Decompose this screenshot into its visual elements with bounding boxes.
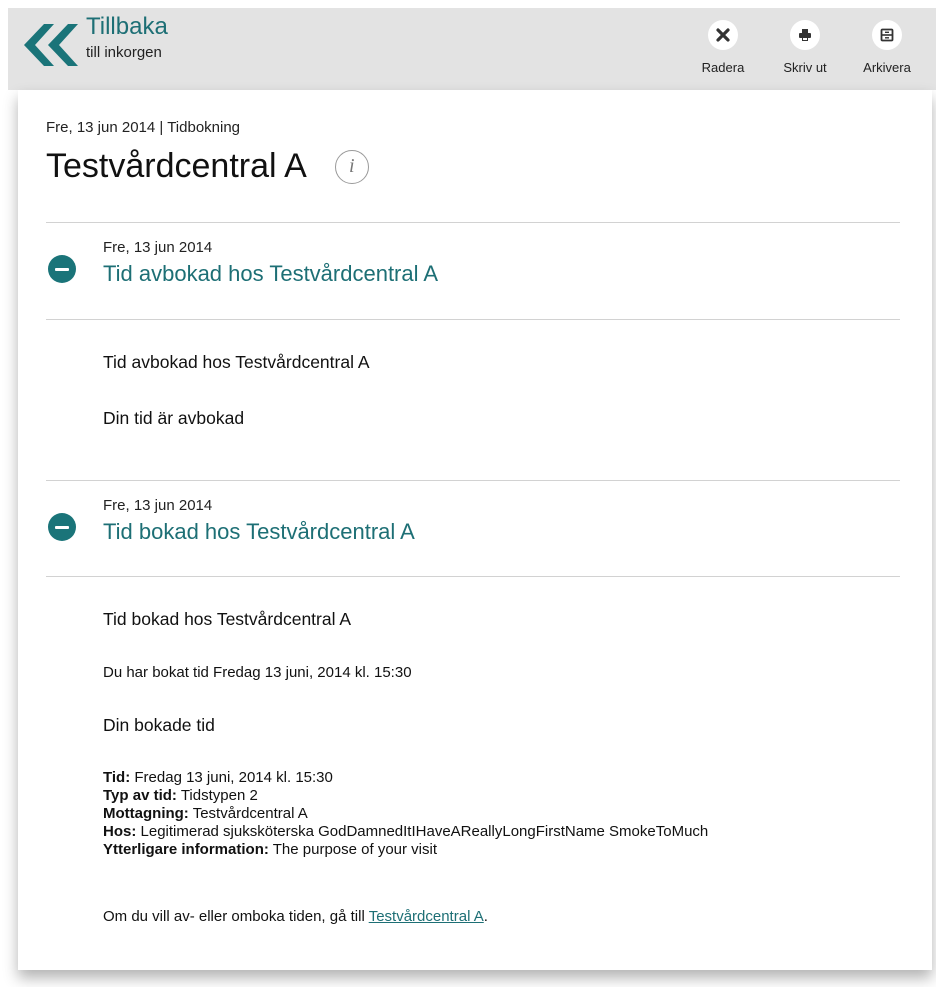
divider bbox=[46, 576, 900, 577]
collapse-icon[interactable] bbox=[48, 513, 76, 541]
booking-details: Tid: Fredag 13 juni, 2014 kl. 15:30 Typ … bbox=[103, 769, 708, 859]
detail-label: Typ av tid: bbox=[103, 787, 177, 804]
divider bbox=[46, 319, 900, 320]
archive-label: Arkivera bbox=[863, 60, 911, 75]
printer-icon bbox=[790, 20, 820, 50]
detail-label: Tid: bbox=[103, 769, 131, 786]
detail-provider: Hos: Legitimerad sjuksköterska GodDamned… bbox=[103, 823, 708, 841]
delete-label: Radera bbox=[701, 60, 745, 75]
detail-value: Fredag 13 juni, 2014 kl. 15:30 bbox=[134, 769, 333, 786]
message-title: Tid avbokad hos Testvårdcentral A bbox=[103, 261, 439, 286]
message-body-text: Din tid är avbokad bbox=[103, 408, 245, 428]
back-label-group: Tillbaka till inkorgen bbox=[86, 12, 168, 62]
detail-label: Ytterligare information: bbox=[103, 841, 269, 858]
detail-value: Testvårdcentral A bbox=[192, 805, 308, 822]
detail-label: Mottagning: bbox=[103, 805, 189, 822]
archive-icon bbox=[872, 20, 902, 50]
booking-section-title: Din bokade tid bbox=[103, 715, 215, 735]
message-body-heading: Tid avbokad hos Testvårdcentral A bbox=[103, 352, 370, 372]
message-header-cancelled[interactable]: Fre, 13 jun 2014 Tid avbokad hos Testvår… bbox=[46, 222, 900, 319]
archive-button[interactable]: Arkivera bbox=[848, 20, 926, 75]
info-icon[interactable]: i bbox=[334, 149, 369, 184]
detail-time: Tid: Fredag 13 juni, 2014 kl. 15:30 bbox=[103, 769, 708, 787]
double-chevron-left-icon bbox=[24, 24, 78, 66]
message-card: Fre, 13 jun 2014 | Tidbokning Testvårdce… bbox=[18, 90, 932, 970]
close-icon bbox=[708, 20, 738, 50]
rebook-text: Om du vill av- eller omboka tiden, gå ti… bbox=[103, 908, 365, 925]
detail-clinic: Mottagning: Testvårdcentral A bbox=[103, 805, 708, 823]
message-header-booked[interactable]: Fre, 13 jun 2014 Tid bokad hos Testvårdc… bbox=[46, 480, 900, 576]
conversation-title-row: Testvårdcentral A i bbox=[46, 147, 369, 186]
detail-value: Tidstypen 2 bbox=[180, 787, 258, 804]
collapse-icon[interactable] bbox=[48, 255, 76, 283]
detail-additional-info: Ytterligare information: The purpose of … bbox=[103, 841, 708, 859]
toolbar-actions: Radera Skriv ut Arkivera bbox=[680, 20, 926, 75]
print-label: Skriv ut bbox=[783, 60, 827, 75]
detail-type: Typ av tid: Tidstypen 2 bbox=[103, 787, 708, 805]
back-to-inbox-button[interactable]: Tillbaka till inkorgen bbox=[22, 12, 168, 70]
conversation-meta: Fre, 13 jun 2014 | Tidbokning bbox=[46, 119, 241, 136]
message-title: Tid bokad hos Testvårdcentral A bbox=[103, 519, 415, 544]
print-button[interactable]: Skriv ut bbox=[766, 20, 844, 75]
message-date: Fre, 13 jun 2014 bbox=[103, 239, 213, 256]
back-subtitle: till inkorgen bbox=[86, 44, 162, 61]
back-title: Tillbaka bbox=[86, 13, 168, 40]
booking-summary: Du har bokat tid Fredag 13 juni, 2014 kl… bbox=[103, 664, 412, 681]
conversation-title: Testvårdcentral A bbox=[46, 147, 307, 185]
delete-button[interactable]: Radera bbox=[684, 20, 762, 75]
top-bar: Tillbaka till inkorgen Radera Skriv ut A… bbox=[8, 8, 936, 90]
rebook-suffix: . bbox=[483, 908, 488, 925]
message-date: Fre, 13 jun 2014 bbox=[103, 497, 213, 514]
message-body-heading: Tid bokad hos Testvårdcentral A bbox=[103, 609, 352, 629]
detail-label: Hos: bbox=[103, 823, 137, 840]
detail-value: Legitimerad sjuksköterska GodDamnedItIHa… bbox=[140, 823, 709, 840]
rebook-instruction: Om du vill av- eller omboka tiden, gå ti… bbox=[103, 908, 488, 925]
detail-value: The purpose of your visit bbox=[272, 841, 438, 858]
clinic-link[interactable]: Testvårdcentral A bbox=[369, 908, 484, 925]
